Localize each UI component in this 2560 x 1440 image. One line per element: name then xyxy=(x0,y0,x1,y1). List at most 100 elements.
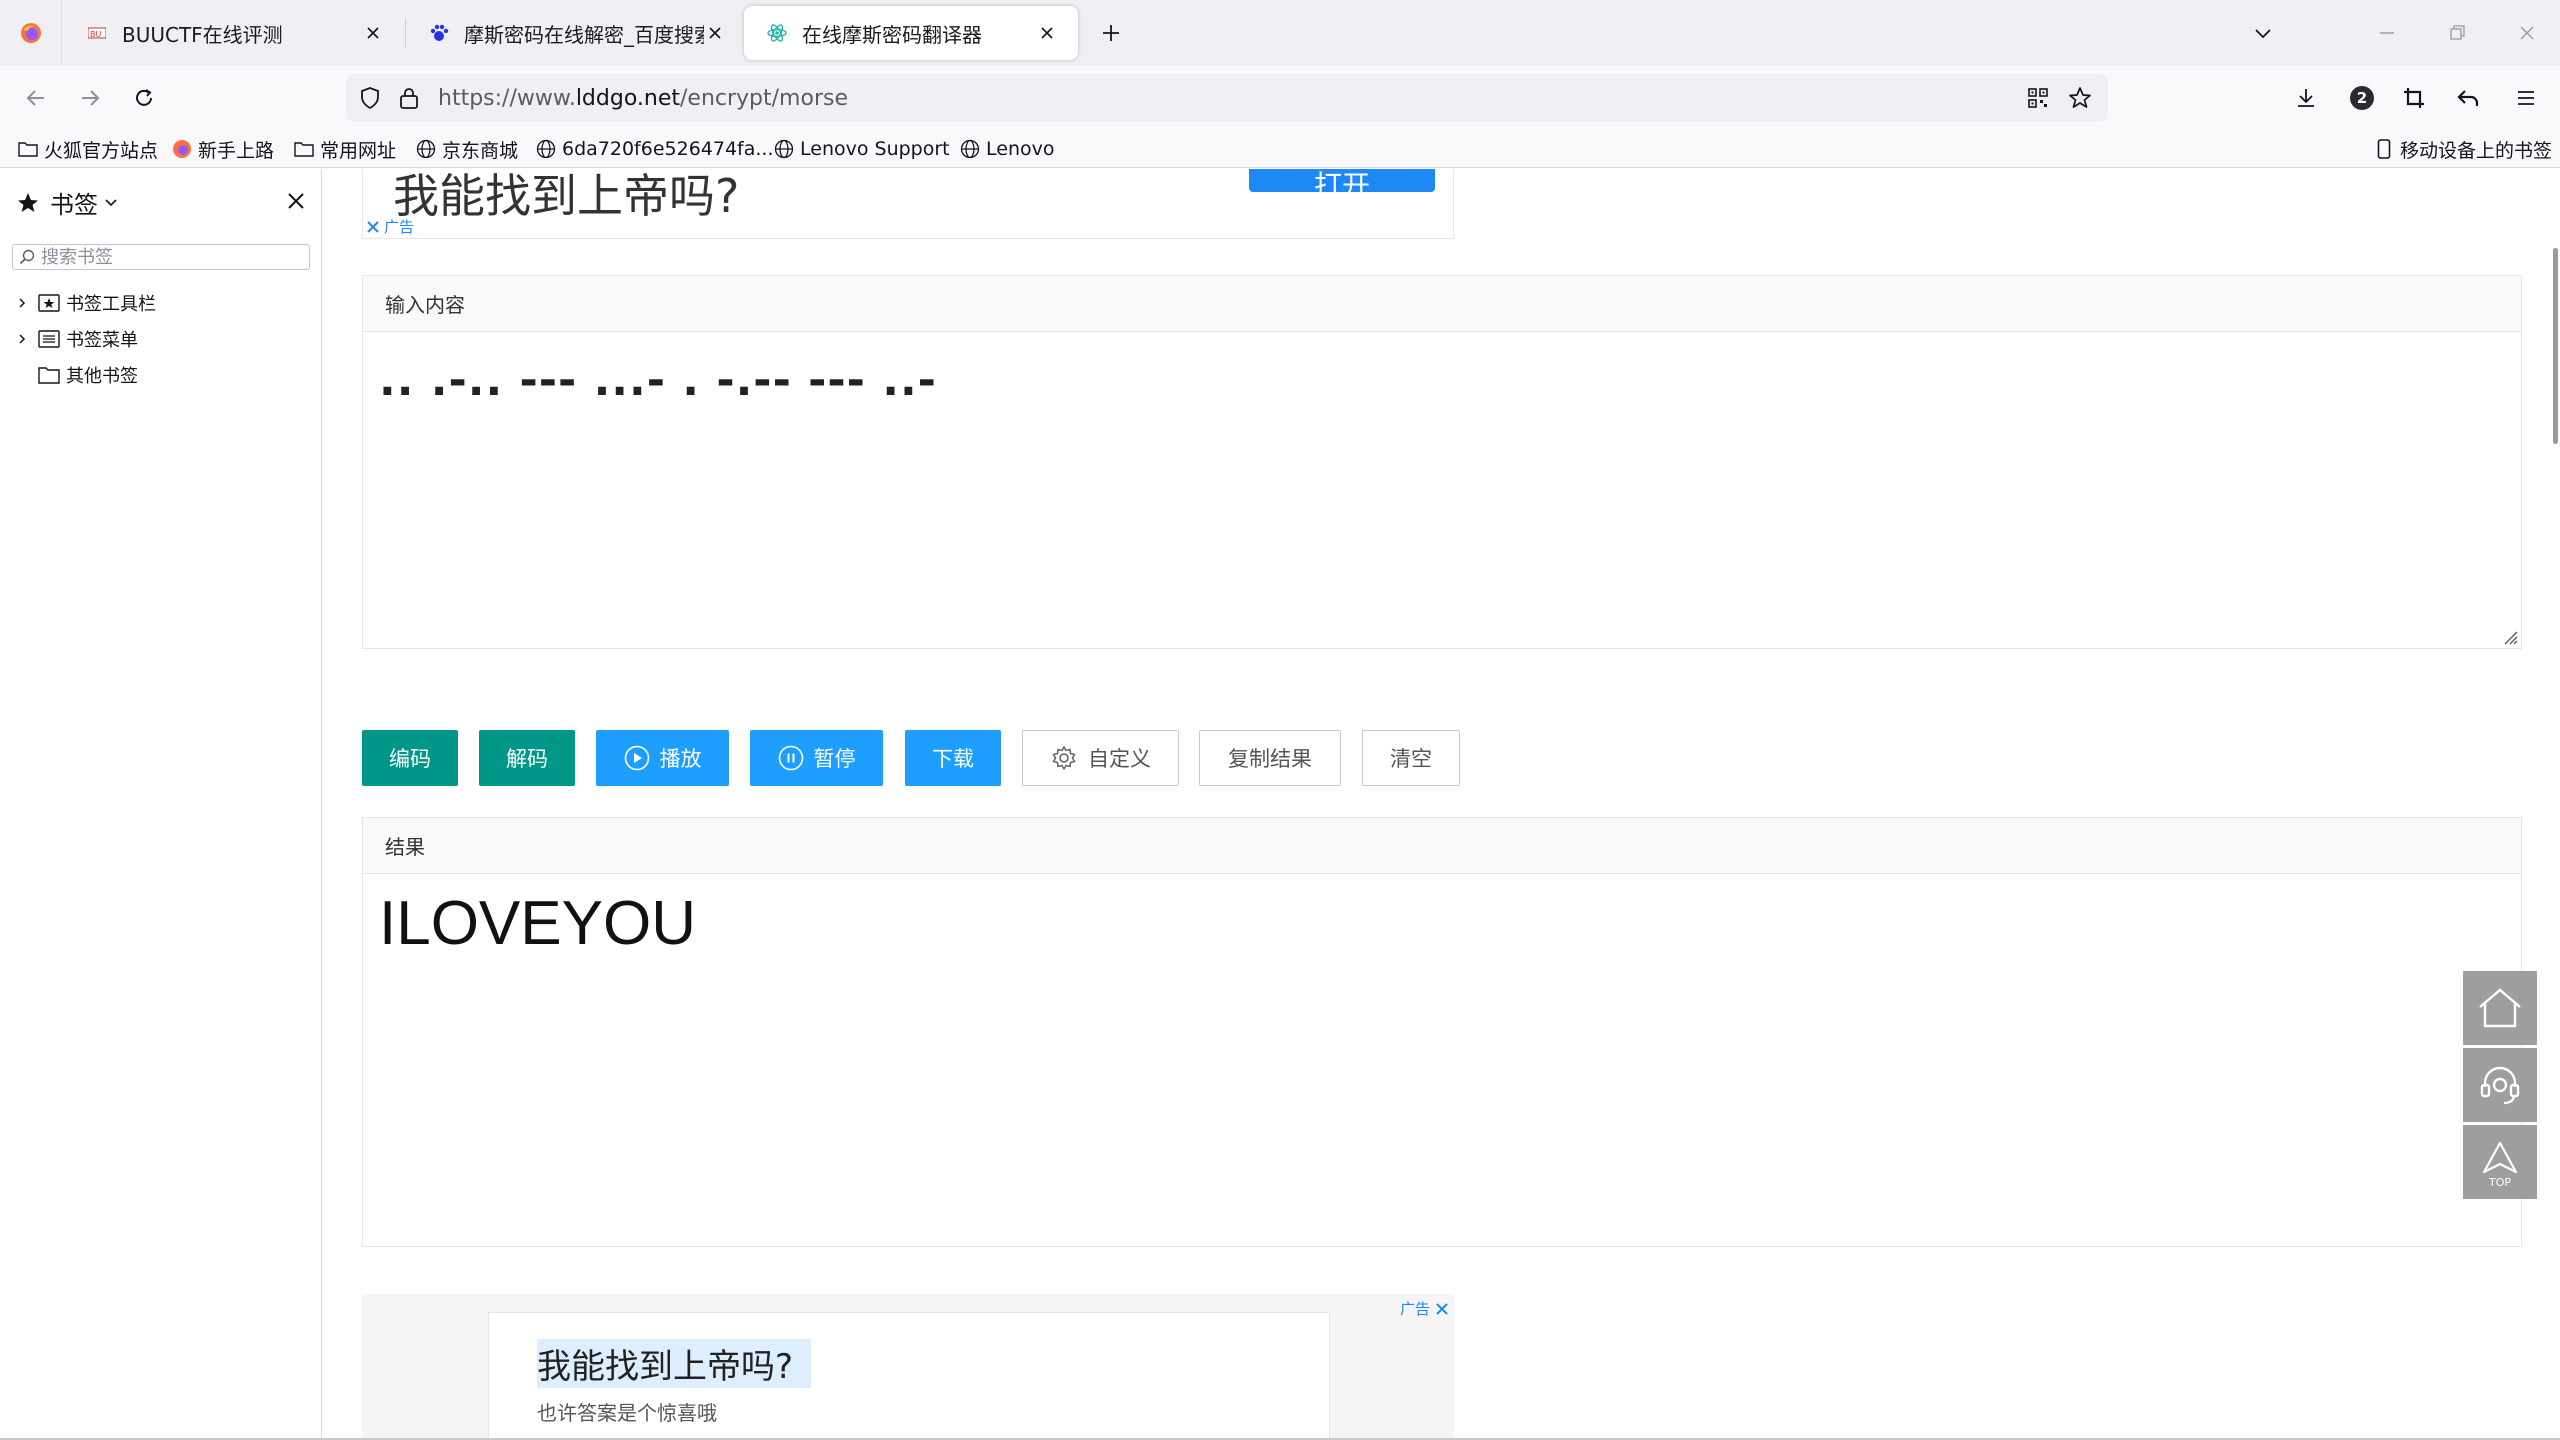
clear-label: 清空 xyxy=(1390,747,1432,771)
tree-item-label: 书签菜单 xyxy=(66,330,138,351)
plus-icon xyxy=(1101,23,1121,43)
url-prefix: https://www. xyxy=(438,85,576,111)
address-bar[interactable]: https://www.lddgo.net/encrypt/morse xyxy=(346,74,2108,122)
result-output[interactable]: ILOVEYOU xyxy=(379,888,696,959)
decode-button[interactable]: 解码 xyxy=(479,730,575,786)
customize-button[interactable]: 自定义 xyxy=(1022,730,1179,786)
reload-icon xyxy=(132,86,156,110)
bookmark-jd[interactable]: 京东商城 xyxy=(416,130,518,168)
ad-label[interactable]: 广告 xyxy=(1400,1298,1450,1319)
undo-close-tab-button[interactable] xyxy=(2452,82,2484,114)
play-button[interactable]: 播放 xyxy=(596,730,729,786)
reload-button[interactable] xyxy=(128,82,160,114)
copy-result-button[interactable]: 复制结果 xyxy=(1199,730,1341,786)
tracking-protection-shield-icon[interactable] xyxy=(358,86,382,110)
home-button[interactable] xyxy=(2463,971,2537,1045)
minimize-button[interactable] xyxy=(2372,18,2402,48)
sidebar-title: 书签 xyxy=(50,191,98,219)
list-all-tabs-button[interactable] xyxy=(2248,18,2278,48)
ad-card[interactable]: 我能找到上帝吗? 也许答案是个惊喜哦 xyxy=(488,1312,1330,1440)
qr-code-icon[interactable] xyxy=(2026,86,2050,110)
bookmark-search-box[interactable] xyxy=(12,244,310,270)
back-button[interactable] xyxy=(20,82,52,114)
downloads-button[interactable] xyxy=(2290,82,2322,114)
url-text[interactable]: https://www.lddgo.net/encrypt/morse xyxy=(438,86,848,111)
pause-circle-icon xyxy=(778,745,804,771)
firefox-view-button[interactable] xyxy=(0,0,62,66)
top-label: TOP xyxy=(2488,1176,2511,1189)
top-advertisement[interactable]: 我能找到上帝吗? 打开 广告 xyxy=(362,169,1454,239)
customer-support-button[interactable] xyxy=(2463,1048,2537,1122)
home-icon xyxy=(2477,987,2523,1029)
bookmark-common-sites[interactable]: 常用网址 xyxy=(294,130,396,168)
bookmark-search-input[interactable] xyxy=(41,246,291,268)
bookmark-firefox-official[interactable]: 火狐官方站点 xyxy=(18,130,158,168)
sidebar-close-button[interactable] xyxy=(282,187,310,215)
close-icon xyxy=(286,191,306,211)
bookmark-star-icon[interactable] xyxy=(2068,86,2092,110)
lock-icon[interactable] xyxy=(398,86,420,110)
gear-icon xyxy=(1050,744,1078,772)
crop-icon xyxy=(2402,86,2426,110)
bookmarks-menu-icon xyxy=(38,328,60,350)
download-button[interactable]: 下载 xyxy=(905,730,1001,786)
clear-button[interactable]: 清空 xyxy=(1362,730,1460,786)
bookmark-lenovo-support[interactable]: Lenovo Support xyxy=(774,130,950,168)
ad-label[interactable]: 广告 xyxy=(365,216,414,237)
resize-handle-icon[interactable] xyxy=(2499,626,2519,646)
search-icon xyxy=(19,249,35,265)
ad-close-icon[interactable] xyxy=(1434,1301,1450,1317)
restore-button[interactable] xyxy=(2442,18,2472,48)
app-menu-button[interactable] xyxy=(2510,82,2542,114)
tab-morse-translator[interactable]: 在线摩斯密码翻译器 xyxy=(744,6,1078,60)
screenshot-crop-button[interactable] xyxy=(2398,82,2430,114)
tab-baidu[interactable]: 摩斯密码在线解密_百度搜索 xyxy=(406,0,746,66)
tab-buuctf[interactable]: BU BUUCTF在线评测 xyxy=(64,0,404,66)
ad-card-subtitle: 也许答案是个惊喜哦 xyxy=(537,1401,717,1425)
firefox-icon xyxy=(172,139,192,159)
tab-title: 摩斯密码在线解密_百度搜索 xyxy=(464,22,704,47)
page-scrollbar[interactable] xyxy=(2553,248,2558,444)
mobile-bookmarks[interactable]: 移动设备上的书签 xyxy=(2374,130,2552,168)
new-tab-button[interactable] xyxy=(1096,18,1126,48)
bookmark-lenovo[interactable]: Lenovo xyxy=(960,130,1054,168)
decode-label: 解码 xyxy=(506,747,548,771)
back-to-top-button[interactable]: TOP xyxy=(2463,1125,2537,1199)
bookmark-label: 京东商城 xyxy=(442,139,519,162)
play-circle-icon xyxy=(624,745,650,771)
globe-icon xyxy=(536,139,556,159)
encode-button[interactable]: 编码 xyxy=(362,730,458,786)
navigation-toolbar: https://www.lddgo.net/encrypt/morse 2 xyxy=(0,66,2560,130)
chevron-right-icon[interactable] xyxy=(14,295,30,311)
bookmark-label: 常用网址 xyxy=(320,139,397,162)
ad-open-button[interactable]: 打开 xyxy=(1249,169,1435,192)
folder-icon xyxy=(18,139,38,159)
globe-icon xyxy=(960,139,980,159)
account-badge-button[interactable]: 2 xyxy=(2346,82,2378,114)
hamburger-menu-icon xyxy=(2515,87,2537,109)
globe-icon xyxy=(774,139,794,159)
sidebar-switcher[interactable]: 书签 xyxy=(16,185,118,220)
tab-close-icon[interactable] xyxy=(1036,22,1058,44)
svg-text:BU: BU xyxy=(90,30,101,39)
baidu-paw-icon xyxy=(428,22,450,44)
morse-input-textarea[interactable]: .. .-.. --- ...- . -.-- --- ..- xyxy=(363,333,2521,649)
folder-icon xyxy=(38,364,60,386)
bookmark-hash[interactable]: 6da720f6e526474fa... xyxy=(536,130,774,168)
bookmark-getting-started[interactable]: 新手上路 xyxy=(172,130,274,168)
folder-icon xyxy=(294,139,314,159)
tab-close-icon[interactable] xyxy=(704,22,726,44)
tree-item-bookmarks-toolbar[interactable]: 书签工具栏 xyxy=(14,288,156,318)
tree-item-other-bookmarks[interactable]: 其他书签 xyxy=(14,360,138,390)
globe-icon xyxy=(416,139,436,159)
ad-close-icon[interactable] xyxy=(365,219,381,235)
chevron-right-icon[interactable] xyxy=(14,331,30,347)
tab-close-icon[interactable] xyxy=(362,22,384,44)
ad-label-text: 广告 xyxy=(384,218,415,236)
tree-item-bookmarks-menu[interactable]: 书签菜单 xyxy=(14,324,138,354)
close-window-button[interactable] xyxy=(2512,18,2542,48)
forward-button[interactable] xyxy=(74,82,106,114)
bottom-advertisement[interactable]: 我能找到上帝吗? 也许答案是个惊喜哦 广告 xyxy=(362,1294,1454,1440)
pause-button[interactable]: 暂停 xyxy=(750,730,883,786)
arrow-left-icon xyxy=(24,86,48,110)
